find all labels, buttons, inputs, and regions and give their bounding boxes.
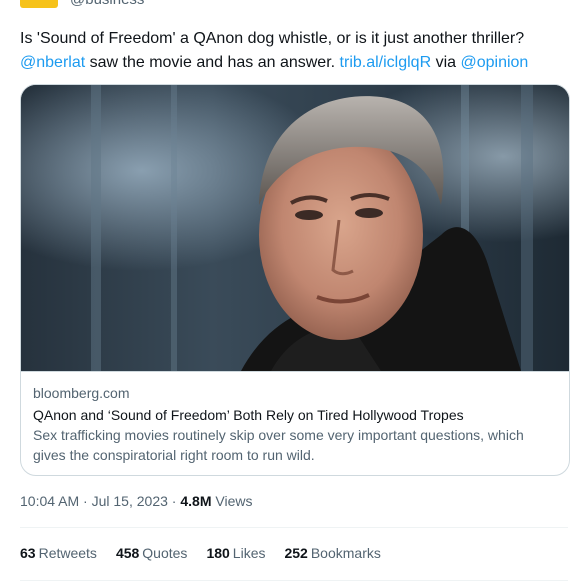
bookmarks-stat[interactable]: 252 Bookmarks [284, 545, 380, 561]
quotes-count: 458 [115, 545, 140, 561]
tweet-stats: 63 Retweets 458 Quotes 180 Likes 252 Bookmar… [20, 545, 381, 561]
quotes-label: Quotes [142, 545, 188, 561]
views-label: Views [211, 493, 253, 509]
via-mention-link[interactable]: @opinion [460, 54, 528, 71]
tweet-time[interactable]: 10:04 AM [20, 493, 79, 509]
quotes-stat[interactable]: 458 Quotes [116, 545, 188, 561]
likes-count: 180 [206, 545, 230, 561]
retweets-label: Retweets [38, 545, 97, 561]
tweet-text-line1: Is 'Sound of Freedom' a QAnon dog whistl… [20, 30, 525, 47]
likes-label: Likes [232, 545, 266, 561]
link-preview-card[interactable]: bloomberg.com QAnon and ‘Sound of Freedo… [20, 84, 570, 476]
avatar[interactable] [20, 0, 58, 8]
card-image[interactable] [21, 85, 569, 371]
likes-stat[interactable]: 180 Likes [206, 545, 265, 561]
mention-link[interactable]: @nberlat [20, 54, 85, 71]
bookmarks-count: 252 [284, 545, 308, 561]
tweet-text: Is 'Sound of Freedom' a QAnon dog whistl… [20, 27, 568, 75]
article-url-link[interactable]: trib.al/iclglqR [340, 54, 432, 71]
retweets-stat[interactable]: 63 Retweets [20, 545, 97, 561]
card-domain: bloomberg.com [33, 385, 130, 401]
tweet-text-mid: saw the movie and has an answer. [85, 54, 340, 71]
separator: · [167, 493, 181, 509]
tweet-text-via: via [431, 54, 461, 71]
views-count: 4.8M [180, 493, 212, 509]
retweets-count: 63 [20, 545, 36, 561]
tweet-date[interactable]: Jul 15, 2023 [92, 493, 168, 509]
author-handle[interactable]: @business [70, 0, 144, 8]
tweet-timestamp: 10:04 AM · Jul 15, 2023 · 4.8M Views [20, 493, 252, 509]
bookmarks-label: Bookmarks [310, 545, 381, 561]
separator: · [79, 493, 92, 509]
card-photo [21, 85, 569, 371]
card-description: Sex trafficking movies routinely skip ov… [33, 427, 524, 463]
divider [20, 580, 568, 581]
card-title: QAnon and ‘Sound of Freedom’ Both Rely o… [33, 407, 464, 423]
divider [20, 527, 568, 528]
card-meta[interactable]: bloomberg.com QAnon and ‘Sound of Freedo… [21, 371, 569, 475]
